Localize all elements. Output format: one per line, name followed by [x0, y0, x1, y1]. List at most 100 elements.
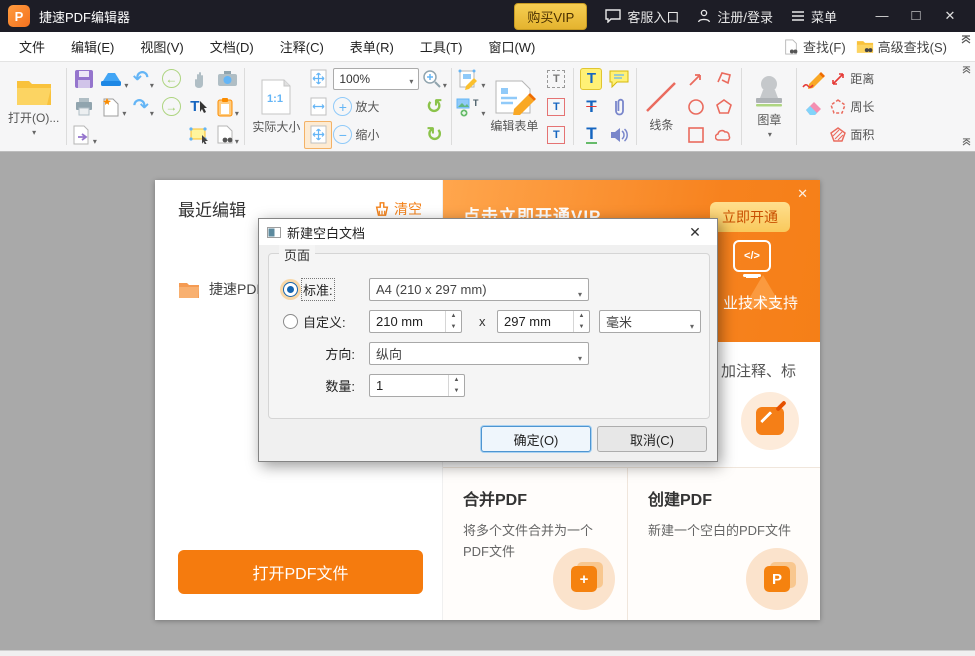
line-tool-button[interactable]: 线条 — [640, 64, 682, 149]
new-document-button[interactable]: ▾ — [98, 93, 129, 121]
dialog-title-bar[interactable]: 新建空白文档 ✕ — [259, 219, 717, 245]
rotate-right-button[interactable]: ↻ — [420, 121, 448, 149]
underline-text-button[interactable]: T — [577, 121, 605, 149]
menu-view[interactable]: 视图(V) — [127, 32, 196, 61]
print-button[interactable] — [70, 93, 98, 121]
measure-area-button[interactable]: 面积 — [828, 121, 875, 149]
fit-visible-button[interactable] — [304, 121, 332, 149]
custom-radio[interactable] — [283, 314, 298, 329]
export-button[interactable]: ▾ — [70, 121, 98, 149]
magnifier-button[interactable]: ▾ — [420, 65, 448, 93]
redo-button[interactable]: ↷▾ — [129, 93, 157, 121]
pencil-tool-button[interactable] — [800, 65, 828, 93]
collapse-group-icon[interactable] — [962, 66, 971, 74]
edit-content-button[interactable]: ▾ — [455, 65, 486, 93]
open-pdf-button[interactable]: 打开PDF文件 — [178, 550, 423, 594]
merge-pdf-title: 合并PDF — [463, 486, 627, 510]
menu-form[interactable]: 表单(R) — [337, 32, 407, 61]
text-field-button[interactable]: T — [542, 65, 570, 93]
undo-button[interactable]: ↶▾ — [129, 65, 157, 93]
create-pdf-card[interactable]: 创建PDF 新建一个空白的PDF文件 P — [628, 468, 820, 620]
menu-document[interactable]: 文档(D) — [197, 32, 267, 61]
menu-window[interactable]: 窗口(W) — [475, 32, 548, 61]
select-annotation-button[interactable] — [185, 121, 213, 149]
spin-up-icon[interactable]: ▲ — [446, 311, 461, 322]
spin-down-icon[interactable]: ▼ — [449, 386, 464, 397]
find-in-doc-button[interactable]: ▾ — [213, 121, 241, 149]
page-back-button[interactable]: ← — [157, 65, 185, 93]
scan-button[interactable]: ▾ — [98, 65, 129, 93]
unit-select[interactable]: 毫米 ▾ — [599, 310, 701, 333]
maximize-button[interactable]: □ — [899, 0, 933, 32]
menu-tools[interactable]: 工具(T) — [407, 32, 476, 61]
spin-up-icon[interactable]: ▲ — [574, 311, 589, 322]
text-select-button[interactable]: T — [185, 93, 213, 121]
arrow-tool-button[interactable] — [682, 65, 710, 93]
measure-perimeter-button[interactable]: 周长 — [828, 93, 875, 121]
menu-comment[interactable]: 注释(C) — [267, 32, 337, 61]
buy-vip-button[interactable]: 购买VIP — [514, 3, 587, 30]
app-menu-button[interactable]: 菜单 — [791, 7, 837, 26]
text-callout-button[interactable]: T — [542, 121, 570, 149]
text-box-button[interactable]: T — [542, 93, 570, 121]
actual-size-button[interactable]: 1:1 实际大小 — [248, 64, 304, 149]
spin-down-icon[interactable]: ▼ — [574, 322, 589, 333]
collapse-group-icon[interactable] — [962, 138, 971, 146]
page-forward-button[interactable]: → — [157, 93, 185, 121]
open-button[interactable]: 打开(O)... ▾ — [4, 64, 63, 149]
ok-button[interactable]: 确定(O) — [481, 426, 591, 452]
fit-page-button[interactable] — [304, 65, 332, 93]
merge-pdf-card[interactable]: 合并PDF 将多个文件合并为一个PDF文件 + — [443, 468, 628, 620]
dropdown-caret: ▾ — [235, 109, 239, 121]
rotate-left-button[interactable]: ↺ — [420, 93, 448, 121]
strikeout-text-button[interactable]: T — [577, 93, 605, 121]
zoom-in-button[interactable]: +放大 — [332, 93, 420, 121]
clear-recent-button[interactable]: 清空 — [374, 199, 422, 219]
count-spinner[interactable]: 1 ▲▼ — [369, 374, 465, 397]
height-spinner[interactable]: 297 mm ▲▼ — [497, 310, 590, 333]
width-spinner[interactable]: 210 mm ▲▼ — [369, 310, 462, 333]
eraser-tool-button[interactable] — [800, 93, 828, 121]
standard-size-select[interactable]: A4 (210 x 297 mm) ▾ — [369, 278, 589, 301]
zoom-out-button[interactable]: −缩小 — [332, 121, 420, 149]
add-image-text-button[interactable]: T▾ — [455, 93, 486, 121]
minimize-button[interactable]: — — [865, 0, 899, 32]
advanced-find-button[interactable]: 高级查找(S) — [856, 37, 947, 56]
find-button[interactable]: 查找(F) — [783, 37, 846, 56]
snapshot-button[interactable] — [213, 65, 241, 93]
menu-edit[interactable]: 编辑(E) — [58, 32, 127, 61]
actual-size-icon: 1:1 — [260, 78, 292, 116]
polyline-tool-button[interactable] — [710, 65, 738, 93]
scanner-icon — [99, 70, 123, 88]
cancel-button[interactable]: 取消(C) — [597, 426, 707, 452]
find-doc-icon — [216, 125, 234, 144]
spin-down-icon[interactable]: ▼ — [446, 322, 461, 333]
banner-close-icon[interactable]: ✕ — [797, 186, 808, 202]
orientation-select[interactable]: 纵向 ▾ — [369, 342, 589, 365]
support-button[interactable]: 客服入口 — [605, 7, 679, 26]
fit-width-button[interactable] — [304, 93, 332, 121]
sticky-note-button[interactable] — [605, 65, 633, 93]
polygon-tool-button[interactable] — [710, 93, 738, 121]
dialog-close-icon[interactable]: ✕ — [681, 224, 709, 241]
clipboard-button[interactable]: ▾ — [213, 93, 241, 121]
menu-file[interactable]: 文件 — [6, 32, 58, 61]
rectangle-tool-button[interactable] — [682, 121, 710, 149]
ellipse-tool-button[interactable] — [682, 93, 710, 121]
spin-up-icon[interactable]: ▲ — [449, 375, 464, 386]
standard-radio[interactable] — [283, 282, 298, 297]
collapse-toolbar-icon[interactable] — [961, 35, 971, 44]
cloud-tool-button[interactable] — [710, 121, 738, 149]
edit-form-button[interactable]: 编辑表单 — [486, 64, 542, 149]
close-button[interactable]: ✕ — [933, 0, 967, 32]
save-button[interactable] — [70, 65, 98, 93]
attach-file-button[interactable] — [605, 93, 633, 121]
highlight-text-button[interactable]: T — [577, 65, 605, 93]
login-button[interactable]: 注册/登录 — [697, 7, 773, 26]
hand-tool-button[interactable] — [185, 65, 213, 93]
stamp-tool-button[interactable]: 图章 ▾ — [745, 64, 793, 149]
measure-distance-button[interactable]: 距离 — [828, 65, 875, 93]
zoom-level-combobox[interactable]: 100%▾ — [332, 65, 420, 93]
sound-comment-button[interactable] — [605, 121, 633, 149]
activate-vip-button[interactable]: 立即开通 — [710, 202, 790, 232]
